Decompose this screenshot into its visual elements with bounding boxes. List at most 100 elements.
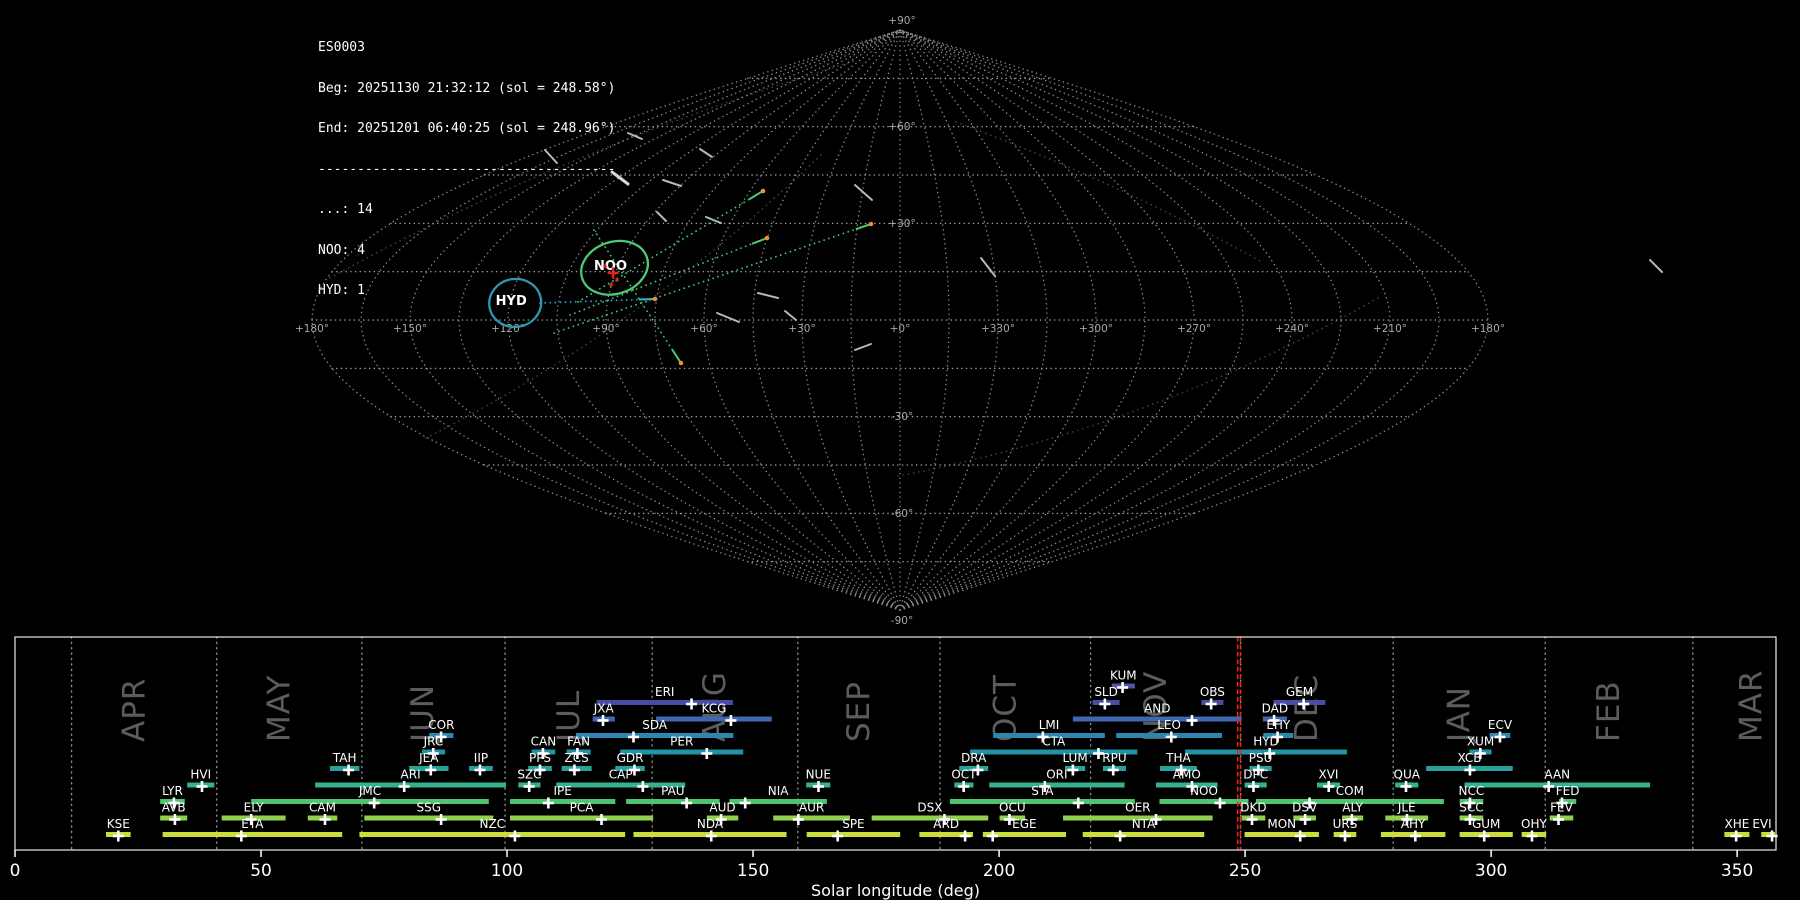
sporadic-meteor-streak bbox=[757, 292, 779, 299]
radiant-plot-canvas: +180° +150° +120° +90° +60° +30° +0° +330° +300°… bbox=[10, 15, 1778, 900]
month-label-oct: OCT bbox=[987, 674, 1023, 742]
grid-meridian bbox=[899, 29, 1440, 611]
month-label-sep: SEP bbox=[841, 681, 877, 742]
sporadic-meteor-streak bbox=[662, 179, 682, 187]
month-label-may: MAY bbox=[262, 675, 298, 742]
lon-label: +330° bbox=[981, 323, 1015, 335]
station-id: ES0003 bbox=[318, 40, 365, 55]
aux-curve bbox=[955, 121, 1263, 263]
sporadic-meteor-streak bbox=[854, 343, 872, 351]
lat-label: +30° bbox=[888, 218, 915, 230]
shower-label-xvi: XVI bbox=[1319, 768, 1339, 782]
shower-label-obs: OBS bbox=[1200, 685, 1225, 699]
shower-label-gdr: GDR bbox=[617, 751, 644, 765]
shower-label-jxa: JXA bbox=[593, 702, 615, 716]
sporadic-count: ...: 14 bbox=[318, 202, 373, 217]
x-tick-label: 350 bbox=[1721, 861, 1753, 881]
grid-meridian bbox=[899, 29, 999, 611]
meteor-solid-segment bbox=[751, 237, 768, 245]
shower-label-dkd: DKD bbox=[1240, 801, 1266, 815]
shower-bar-pau bbox=[626, 799, 720, 804]
shower-label-mon: MON bbox=[1267, 817, 1296, 831]
shower-label-kcg: KCG bbox=[701, 702, 726, 716]
begin-time: Beg: 20251130 21:32:12 (sol = 248.58°) bbox=[318, 80, 616, 96]
shower-label-avb: AVB bbox=[162, 801, 186, 815]
month-label-mar: MAR bbox=[1734, 670, 1770, 743]
meteor-endpoint-dot bbox=[764, 235, 770, 241]
shower-label-ahy: AHY bbox=[1401, 817, 1426, 831]
end-time: End: 20251201 06:40:25 (sol = 248.96°) bbox=[318, 121, 616, 136]
shower-label-can: CAN bbox=[531, 735, 557, 749]
meteor-endpoint-dot bbox=[760, 188, 766, 194]
grid-meridian bbox=[899, 29, 1391, 611]
x-tick-label: 300 bbox=[1475, 861, 1507, 881]
shower-label-jmc: JMC bbox=[358, 784, 381, 798]
shower-label-oer: OER bbox=[1125, 801, 1150, 815]
x-tick-label: 200 bbox=[983, 861, 1015, 881]
meteor-solid-segment bbox=[855, 223, 872, 231]
shower-label-fed: FED bbox=[1556, 784, 1580, 798]
shower-label-ard: ARD bbox=[933, 817, 959, 831]
x-tick-label: 0 bbox=[10, 861, 21, 881]
shower-bar-sda bbox=[575, 733, 734, 738]
shower-label-ehy: EHY bbox=[1266, 718, 1291, 732]
shower-label-evi: EVI bbox=[1752, 817, 1771, 831]
activity-timeline: APR MAY JUN JUL AUG SEP OCT NOV DEC JAN FEB MARKUME… bbox=[10, 636, 1778, 900]
lon-label: +300° bbox=[1079, 323, 1113, 335]
lon-label: +60° bbox=[690, 323, 717, 335]
shower-label-com: COM bbox=[1336, 784, 1364, 798]
shower-label-ocu: OCU bbox=[999, 801, 1026, 815]
shower-label-gem: GEM bbox=[1286, 685, 1313, 699]
shower-label-tah: TAH bbox=[332, 751, 357, 765]
shower-label-urs: URS bbox=[1333, 817, 1358, 831]
shower-label-nzc: NZC bbox=[479, 817, 505, 831]
lon-label: +240° bbox=[1275, 323, 1309, 335]
shower-label-lyr: LYR bbox=[162, 784, 183, 798]
shower-label-zcs: ZCS bbox=[565, 751, 589, 765]
lat-label: -60° bbox=[891, 508, 913, 520]
shower-label-xhe: XHE bbox=[1724, 817, 1749, 831]
shower-label-lum: LUM bbox=[1062, 751, 1087, 765]
shower-label-dsv: DSV bbox=[1292, 801, 1318, 815]
shower-bar-noo bbox=[1159, 799, 1249, 804]
sporadic-meteor-streak bbox=[854, 184, 873, 201]
shower-label-aud: AUD bbox=[709, 801, 735, 815]
shower-label-qua: QUA bbox=[1394, 768, 1421, 782]
lon-label: +180° bbox=[1471, 323, 1505, 335]
meteor-solid-segment bbox=[748, 190, 764, 201]
lat-label: -30° bbox=[891, 411, 913, 423]
shower-label-jea: JEA bbox=[418, 751, 439, 765]
meteor-solid-segment bbox=[638, 298, 656, 301]
shower-label-tha: THA bbox=[1165, 751, 1191, 765]
shower-bar-aur bbox=[773, 815, 850, 821]
shower-label-kum: KUM bbox=[1110, 669, 1137, 683]
meteor-endpoint-dot bbox=[678, 360, 684, 366]
shower-label-ari: ARI bbox=[401, 768, 421, 782]
shower-label-pca: PCA bbox=[570, 801, 595, 815]
shower-bar-nta bbox=[1082, 832, 1205, 837]
month-label-apr: APR bbox=[116, 678, 152, 742]
shower-bar-ari bbox=[315, 782, 507, 788]
shower-label-hvi: HVI bbox=[190, 768, 211, 782]
sporadic-meteor-streak bbox=[627, 132, 643, 140]
meteor-endpoint-dot bbox=[868, 221, 874, 227]
shower-label-ncc: NCC bbox=[1459, 784, 1485, 798]
month-label-feb: FEB bbox=[1591, 680, 1627, 742]
shower-label-lmi: LMI bbox=[1039, 718, 1060, 732]
shower-label-aur: AUR bbox=[799, 801, 824, 815]
shower-label-dpc: DPC bbox=[1243, 768, 1268, 782]
shower-label-pau: PAU bbox=[661, 784, 684, 798]
lon-label: +210° bbox=[1373, 323, 1407, 335]
info-panel: ES0003 Beg: 20251130 21:32:12 (sol = 248… bbox=[318, 14, 615, 325]
shower-label-amo: AMO bbox=[1173, 768, 1201, 782]
shower-label-dad: DAD bbox=[1262, 702, 1288, 716]
sporadic-meteor-streak bbox=[980, 257, 996, 277]
shower-label-eta: ETA bbox=[241, 817, 264, 831]
shower-label-cta: CTA bbox=[1042, 735, 1066, 749]
shower-label-ohy: OHY bbox=[1521, 817, 1547, 831]
shower-label-dra: DRA bbox=[961, 751, 987, 765]
shower-bar-nzc bbox=[359, 832, 626, 837]
shower-label-fev: FEV bbox=[1550, 801, 1573, 815]
sporadic-meteor-streak bbox=[1649, 259, 1663, 273]
sporadic-meteor-streak bbox=[716, 312, 740, 323]
